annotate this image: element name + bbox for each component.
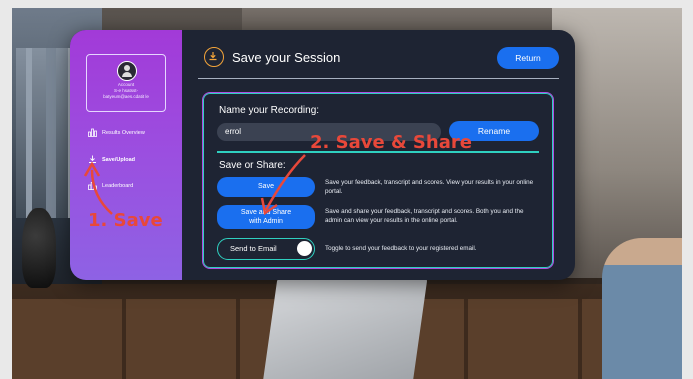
annotation-step-2: 2. Save & Share (310, 132, 472, 153)
annotation-step-1: 1. Save (88, 210, 163, 231)
annotation-arrows (83, 154, 306, 216)
arrow-to-save-upload (90, 169, 113, 215)
arrow-to-save-share (264, 154, 306, 211)
